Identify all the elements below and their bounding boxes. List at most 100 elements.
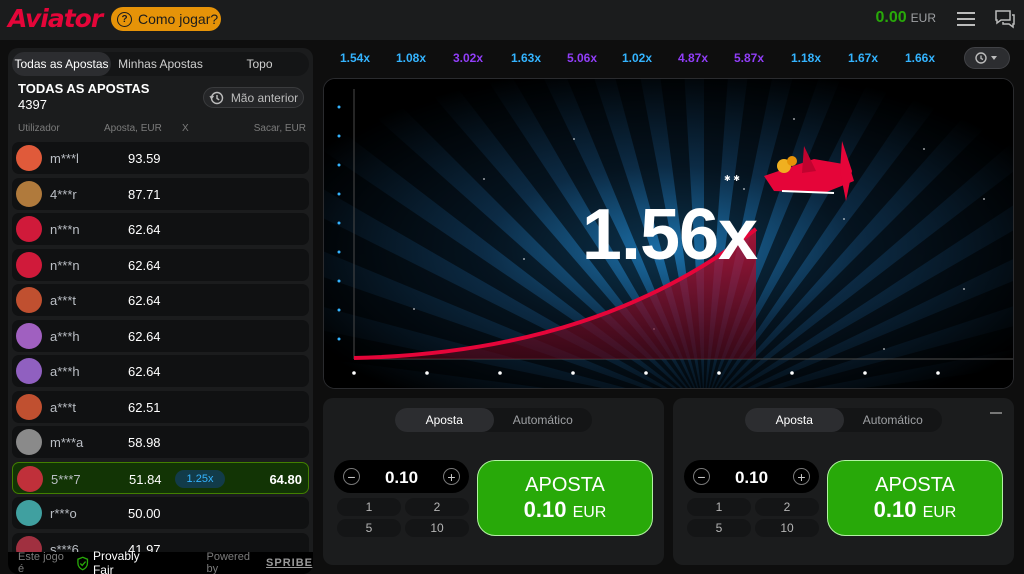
balance-value: 0.00: [875, 9, 907, 26]
menu-icon[interactable]: [957, 12, 975, 26]
bet-panel: Aposta Automático − 0.10 + 1 2 5 10 APOS…: [323, 398, 664, 565]
bet-row: n***n 62.64: [12, 248, 309, 281]
history-multiplier: 4.87x: [678, 51, 709, 65]
avatar: [16, 393, 42, 420]
plus-icon[interactable]: +: [443, 468, 460, 485]
history-multiplier: 1.63x: [511, 51, 542, 65]
tab-auto[interactable]: Automático: [494, 408, 593, 432]
round-history-bar: 1.54x 1.08x 3.02x 1.63x 5.06x 1.02x 4.87x 5.87x…: [323, 48, 1023, 68]
quick-amount-button[interactable]: 1: [337, 498, 401, 516]
footer-powered-by: Powered by: [206, 551, 250, 574]
bet-row: a***h 62.64: [12, 319, 309, 352]
bet-mode-tabs: Aposta Automático: [745, 408, 942, 432]
quick-amount-button[interactable]: 2: [405, 498, 469, 516]
bet-username: a***t: [50, 399, 77, 415]
top-bar: Aviator ? Como jogar? 0.00 EUR: [0, 0, 1024, 40]
game-canvas: ✱ ✱ 1.56x: [323, 78, 1014, 389]
how-to-play-button[interactable]: ? Como jogar?: [111, 7, 221, 31]
bet-amount: 87.71: [128, 186, 161, 202]
bet-username: a***h: [50, 328, 80, 344]
bet-button-amount: 0.10: [873, 496, 917, 522]
bet-amount: 62.64: [128, 257, 161, 273]
cashout-multiplier: 1.25x: [175, 469, 225, 488]
all-bets-title: TODAS AS APOSTAS: [18, 81, 150, 96]
bet-row: a***h 62.64: [12, 355, 309, 387]
avatar: [16, 429, 42, 455]
bet-amount: 62.51: [128, 399, 161, 415]
bet-button-currency: EUR: [572, 503, 607, 521]
bet-amount: 50.00: [128, 506, 161, 521]
bet-amount: 58.98: [128, 435, 161, 450]
tab-bet[interactable]: Aposta: [395, 408, 494, 432]
history-dropdown-icon: [975, 52, 997, 64]
quick-amount-button[interactable]: 5: [687, 519, 751, 537]
bet-panel: Aposta Automático − 0.10 + 1 2 5 10 APOS…: [673, 398, 1014, 565]
avatar: [17, 465, 43, 492]
quick-amount-button[interactable]: 1: [687, 498, 751, 516]
history-multiplier: 1.08x: [396, 51, 427, 65]
tab-auto[interactable]: Automático: [844, 408, 943, 432]
how-to-play-label: Como jogar?: [138, 11, 219, 27]
aviator-logo: Aviator: [8, 4, 103, 33]
spribe-logo: SPRIBE: [266, 557, 313, 569]
history-multiplier: 1.02x: [622, 51, 653, 65]
bet-amount-stepper[interactable]: − 0.10 +: [334, 460, 469, 493]
col-cashout: Sacar, EUR: [253, 123, 306, 134]
bet-username: m***l: [50, 151, 79, 166]
current-multiplier: 1.56x: [581, 195, 758, 275]
provably-fair-link[interactable]: Provably Fair: [93, 549, 161, 574]
bet-amount-stepper[interactable]: − 0.10 +: [684, 460, 819, 493]
quick-amount-button[interactable]: 10: [755, 519, 819, 537]
place-bet-button[interactable]: APOSTA 0.10 EUR: [477, 460, 653, 536]
history-icon: [209, 91, 224, 104]
bet-button-label: APOSTA: [875, 473, 955, 496]
avatar: [16, 180, 42, 207]
avatar: [16, 145, 42, 171]
remove-panel-button[interactable]: [990, 412, 1002, 414]
avatar: [16, 358, 42, 384]
place-bet-button[interactable]: APOSTA 0.10 EUR: [827, 460, 1003, 536]
history-multiplier: 1.66x: [905, 51, 936, 65]
quick-amount-button[interactable]: 10: [405, 519, 469, 537]
tab-top[interactable]: Topo: [210, 52, 309, 76]
bet-username: m***a: [50, 435, 84, 450]
previous-round-label: Mão anterior: [230, 90, 299, 105]
avatar: [16, 322, 42, 349]
col-bet: Aposta, EUR: [104, 123, 162, 134]
bet-row: m***a 58.98: [12, 426, 309, 458]
bet-button-currency: EUR: [922, 503, 957, 521]
history-multiplier: 5.06x: [567, 51, 598, 65]
bet-button-amount: 0.10: [523, 496, 567, 522]
plus-icon[interactable]: +: [793, 468, 810, 485]
footer-game-is: Este jogo é: [18, 551, 64, 574]
all-bets-count: 4397: [18, 97, 47, 112]
bet-amount: 62.64: [128, 293, 161, 308]
chat-icon[interactable]: [994, 9, 1016, 29]
tab-all-bets[interactable]: Todas as Apostas: [12, 52, 111, 76]
sidebar-footer: Este jogo é Provably Fair Powered by SPR…: [8, 549, 313, 574]
bet-button-amount-wrap: 0.10 EUR: [874, 497, 957, 523]
avatar: [16, 216, 42, 242]
bet-row: a***t 62.64: [12, 284, 309, 316]
bet-row: n***n 62.64: [12, 213, 309, 245]
history-multiplier: 5.87x: [734, 51, 765, 65]
avatar: [16, 500, 42, 526]
quick-amount-button[interactable]: 5: [337, 519, 401, 537]
history-toggle-button[interactable]: [964, 47, 1010, 69]
tab-bet[interactable]: Aposta: [745, 408, 844, 432]
quick-amount-button[interactable]: 2: [755, 498, 819, 516]
balance-currency: EUR: [910, 11, 936, 25]
bet-row: a***t 62.51: [12, 390, 309, 423]
bet-amount: 62.64: [128, 364, 161, 379]
bet-row: 5***7 51.84 1.25x 64.80: [12, 461, 309, 494]
history-multiplier: 3.02x: [453, 51, 484, 65]
bets-tabs: Todas as Apostas Minhas Apostas Topo: [12, 52, 309, 76]
previous-round-button[interactable]: Mão anterior: [203, 87, 304, 108]
bet-button-amount-wrap: 0.10 EUR: [524, 497, 607, 523]
svg-text:✱ ✱: ✱ ✱: [724, 174, 740, 183]
bet-username: 4***r: [50, 186, 77, 202]
bet-button-label: APOSTA: [525, 473, 605, 496]
col-x: X: [182, 123, 189, 134]
question-icon: ?: [117, 11, 132, 27]
tab-my-bets[interactable]: Minhas Apostas: [111, 52, 210, 76]
